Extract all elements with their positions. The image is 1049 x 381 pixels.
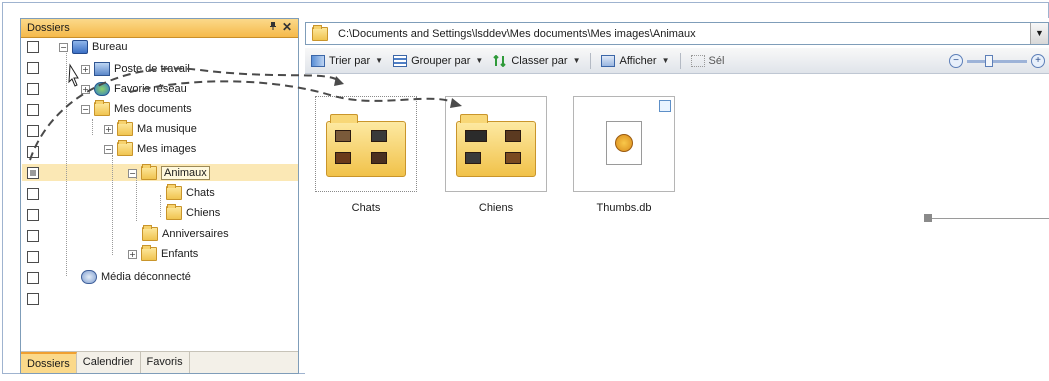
callout-line xyxy=(932,218,1049,219)
drag-arrows xyxy=(29,63,462,161)
callout-marker xyxy=(924,214,932,222)
